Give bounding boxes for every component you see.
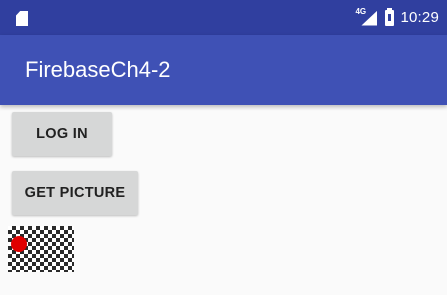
battery-icon (385, 7, 395, 26)
app-title: FirebaseCh4-2 (25, 57, 171, 82)
get-picture-button-label: GET PICTURE (24, 185, 126, 201)
get-picture-button[interactable]: GET PICTURE (12, 171, 138, 215)
status-bar: 4G 10:29 (0, 0, 447, 35)
login-button[interactable]: LOG IN (12, 112, 112, 156)
downloaded-picture (8, 226, 74, 272)
status-icons: 4G 10:29 (355, 0, 439, 35)
login-button-label: LOG IN (36, 126, 88, 142)
red-dot-graphic (11, 236, 27, 252)
signal-indicator: 4G (355, 6, 378, 28)
status-time: 10:29 (400, 9, 439, 26)
app-screen: 4G 10:29 FirebaseCh4-2 LOG IN GET PICTUR… (0, 0, 447, 295)
app-bar: FirebaseCh4-2 (0, 35, 447, 105)
network-type-label: 4G (355, 6, 367, 16)
sd-card-icon (16, 11, 28, 26)
